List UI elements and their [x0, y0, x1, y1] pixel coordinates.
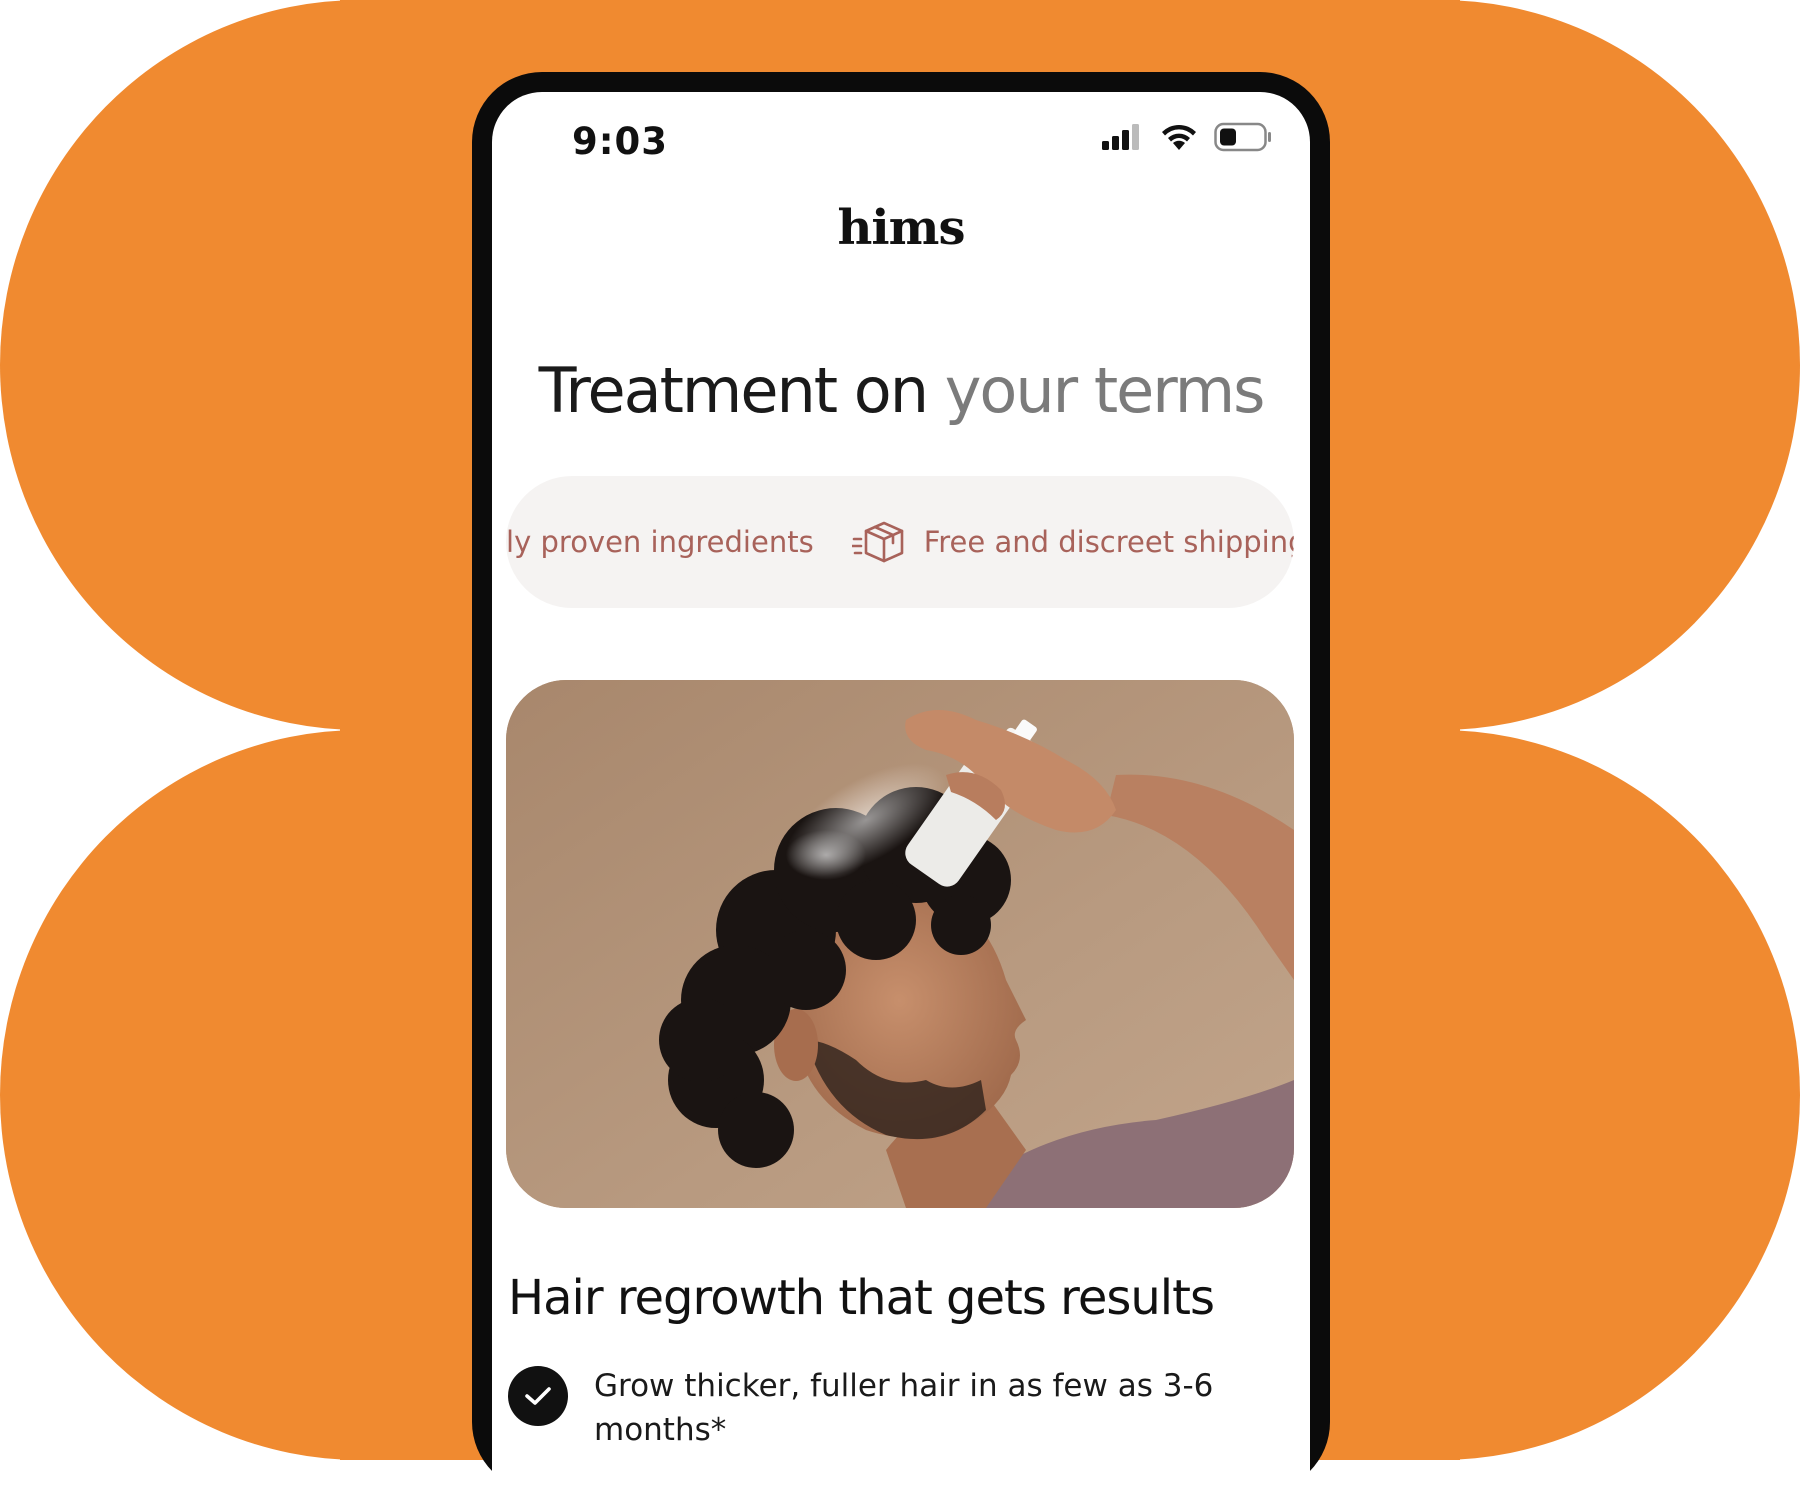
benefit-text: Grow thicker, fuller hair in as few as 3… [594, 1368, 1214, 1448]
phone-screen: 9:03 hims Treatment on your terms lly pr… [492, 92, 1310, 1492]
marquee-track: lly proven ingredients Free and discreet… [506, 476, 1294, 608]
wifi-icon [1162, 124, 1196, 150]
man-applying-hair-spray-photo [506, 680, 1294, 1208]
check-icon [508, 1366, 568, 1426]
battery-icon [1214, 122, 1271, 152]
phone-frame: 9:03 hims Treatment on your terms lly pr… [472, 72, 1330, 1492]
status-icons [1102, 122, 1272, 152]
marquee-item-shipping: Free and discreet shipping [851, 519, 1294, 565]
cellular-signal-icon [1102, 124, 1139, 150]
headline-primary: Treatment on [538, 354, 945, 427]
brand-logo[interactable]: hims [492, 200, 1310, 256]
section-title: Hair regrowth that gets results [508, 1270, 1215, 1326]
package-icon [851, 521, 903, 563]
marquee-item-label: Free and discreet shipping [923, 525, 1294, 559]
benefits-marquee: lly proven ingredients Free and discreet… [506, 476, 1294, 608]
status-bar: 9:03 [492, 92, 1310, 182]
hero-photo [506, 680, 1294, 1208]
marquee-item-label: lly proven ingredients [506, 525, 814, 559]
benefit-item: Grow thicker, fuller hair in as few as 3… [508, 1364, 1270, 1452]
headline-muted: your terms [944, 354, 1266, 427]
page-headline: Treatment on your terms [492, 354, 1310, 427]
marquee-item-ingredients: lly proven ingredients [506, 525, 814, 559]
status-time: 9:03 [572, 120, 669, 163]
